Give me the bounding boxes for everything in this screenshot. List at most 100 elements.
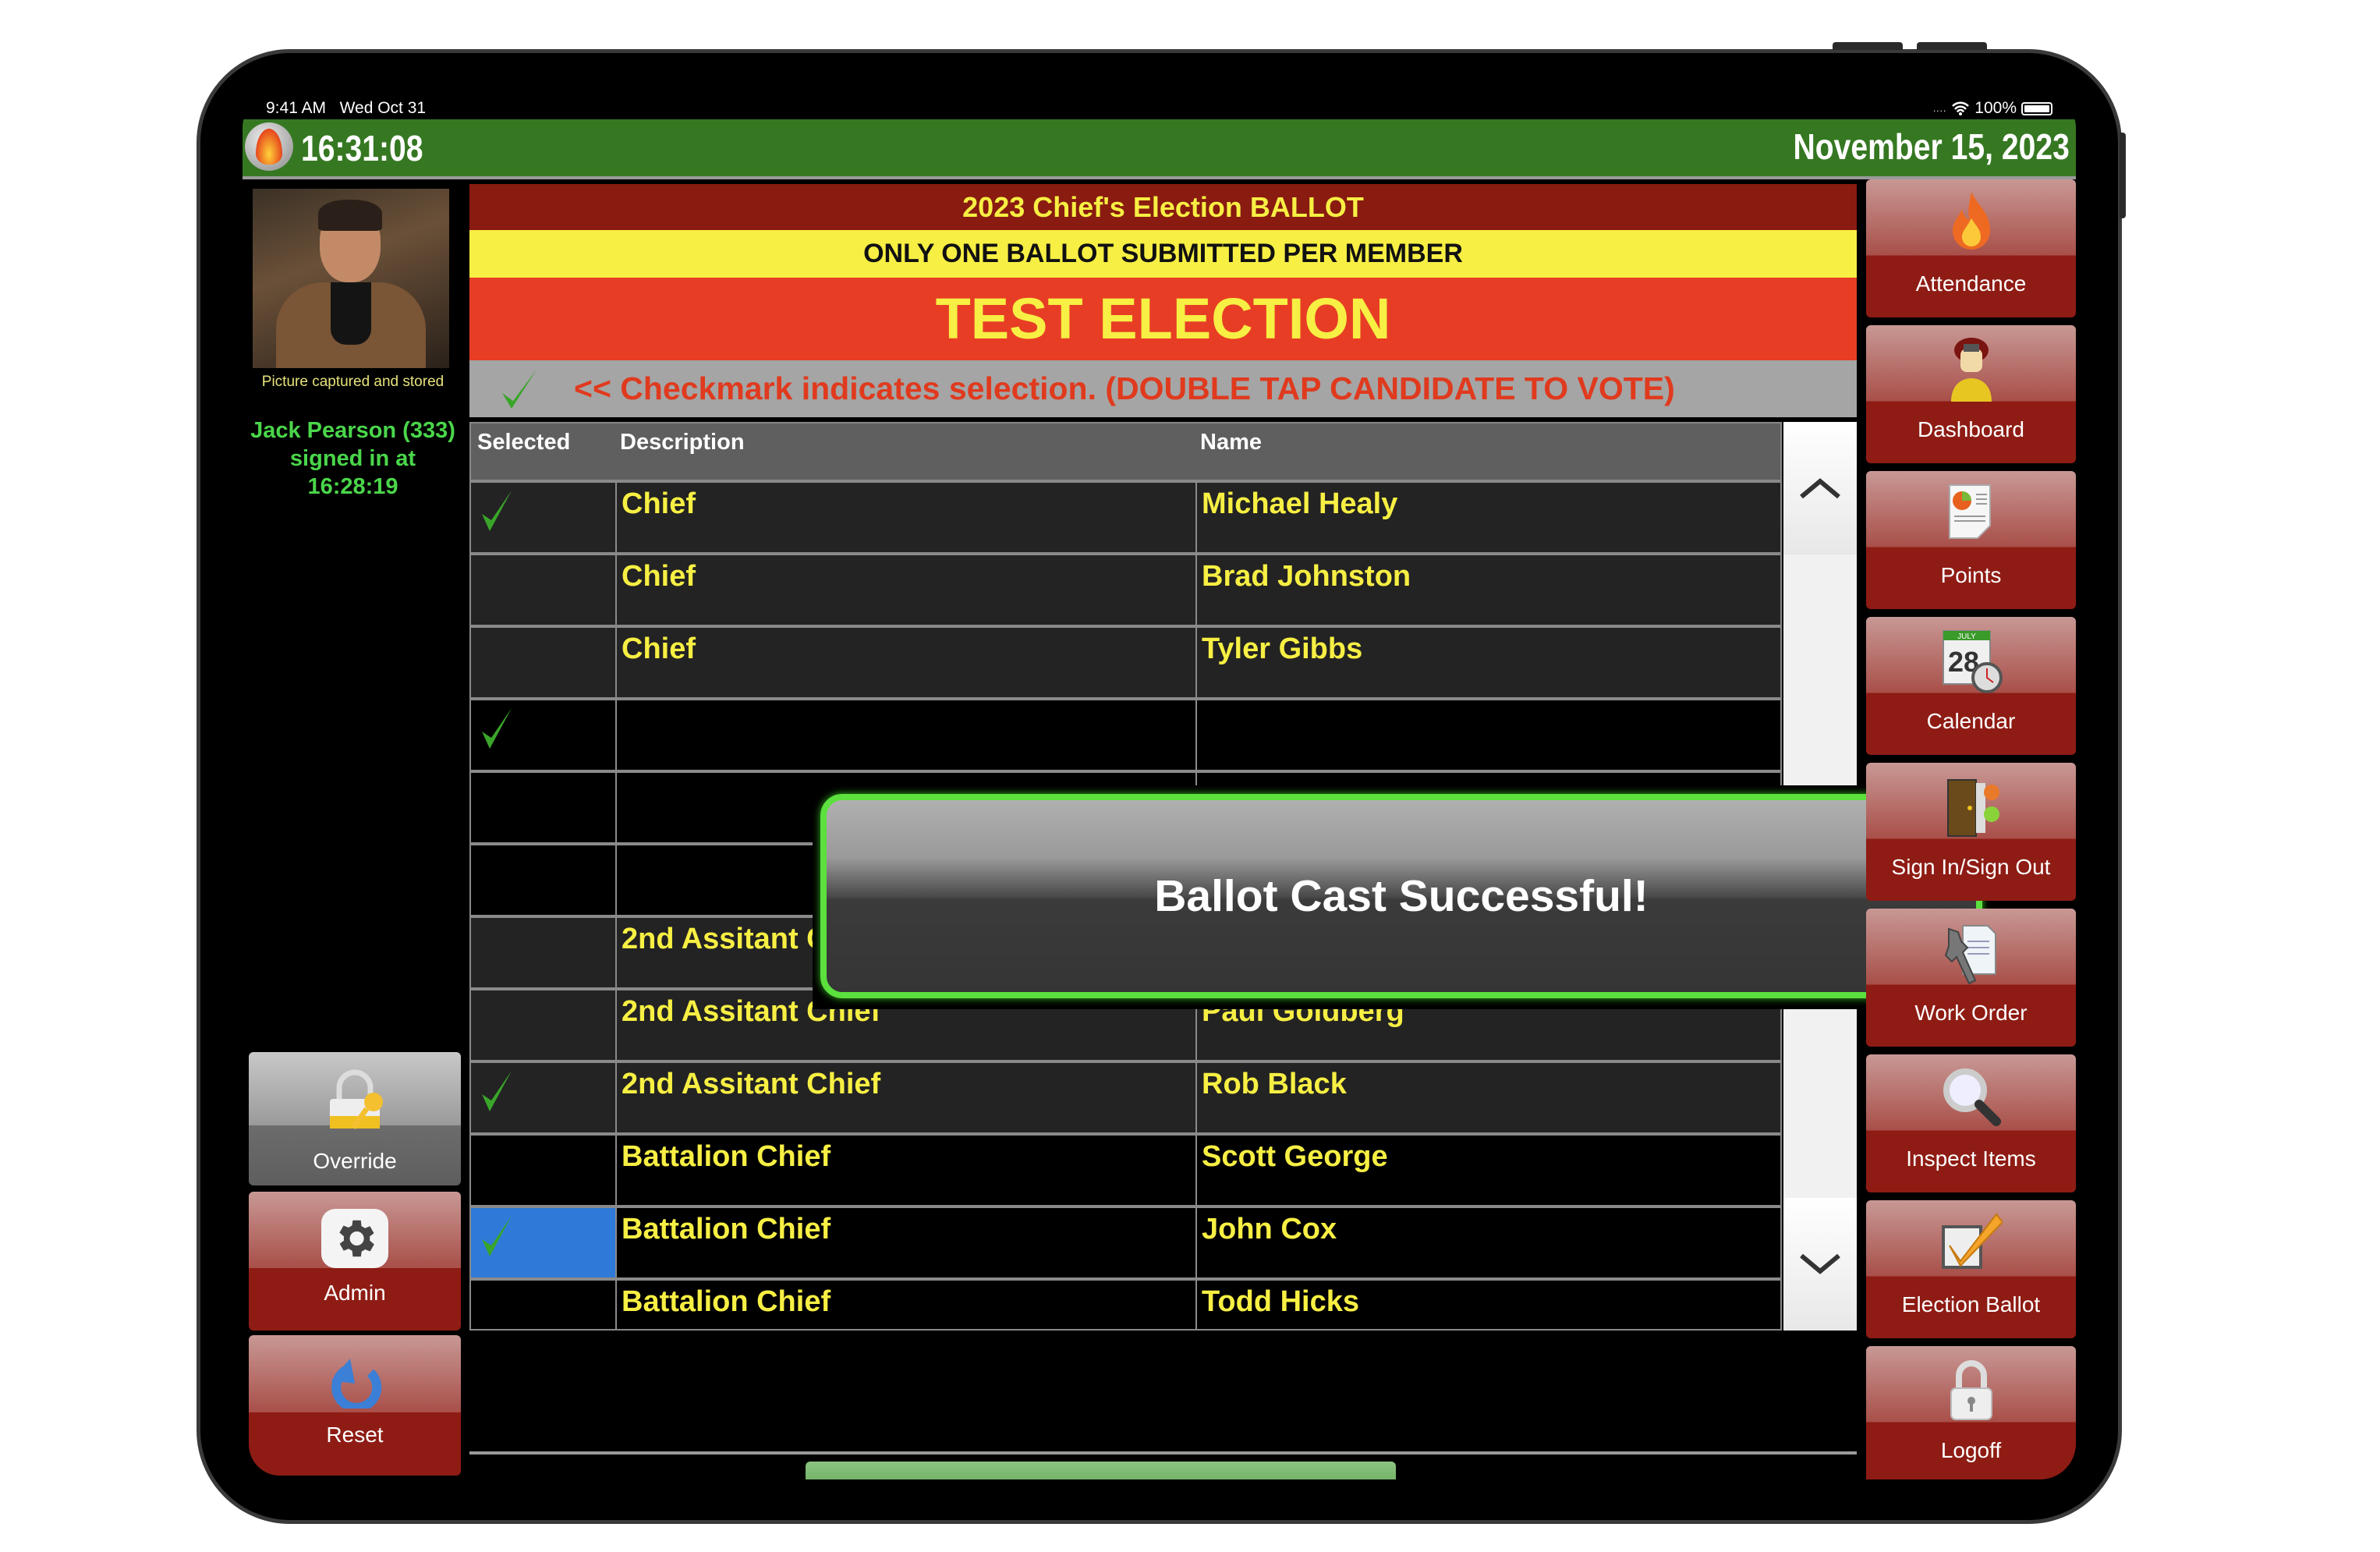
description-cell[interactable]: Battalion Chief	[615, 1281, 1195, 1329]
scroll-up-button[interactable]	[1783, 422, 1857, 555]
nav-points-button[interactable]: Points	[1866, 471, 2076, 609]
description-cell[interactable]: Chief	[615, 628, 1195, 697]
selected-cell[interactable]	[471, 628, 615, 697]
battery-percent: 100%	[1974, 99, 2017, 117]
selected-cell[interactable]	[471, 555, 615, 625]
candidate-row[interactable]: Battalion Chief Scott George	[471, 1132, 1780, 1205]
selected-cell[interactable]	[471, 1063, 615, 1132]
gear-icon	[321, 1209, 388, 1268]
candidate-row[interactable]: Chief Michael Healy	[471, 480, 1780, 552]
report-icon	[1946, 482, 1996, 547]
admin-label: Admin	[324, 1281, 386, 1305]
volume-button	[1917, 42, 1987, 50]
wrench-document-icon	[1944, 920, 1999, 990]
checkmark-icon	[502, 370, 537, 409]
instructions-text: << Checkmark indicates selection. (DOUBL…	[574, 370, 1675, 406]
volume-button	[1833, 42, 1903, 50]
nav-attendance-button[interactable]: Attendance	[1866, 179, 2076, 317]
battery-icon	[2021, 101, 2052, 115]
column-selected: Selected	[477, 430, 571, 455]
selected-cell[interactable]	[471, 1136, 615, 1205]
status-time: 9:41 AM	[266, 99, 327, 117]
svg-text:JULY: JULY	[1957, 632, 1976, 641]
candidate-name-cell[interactable]: Brad Johnston	[1195, 555, 1780, 625]
checkmark-icon	[482, 491, 512, 531]
description-cell[interactable]: Battalion Chief	[615, 1136, 1195, 1205]
description-cell[interactable]: Chief	[615, 555, 1195, 625]
candidate-row[interactable]: Battalion Chief John Cox	[471, 1205, 1780, 1277]
selected-cell[interactable]	[471, 845, 615, 915]
signed-in-time: 16:28:19	[307, 474, 398, 499]
column-description: Description	[620, 430, 745, 455]
nav-label: Inspect Items	[1906, 1146, 2036, 1171]
nav-sign-in-sign-out-button[interactable]: Sign In/Sign Out	[1866, 763, 2076, 901]
description-cell[interactable]	[615, 700, 1195, 770]
selected-cell[interactable]	[471, 700, 615, 770]
candidate-name-cell[interactable]: Tyler Gibbs	[1195, 628, 1780, 697]
nav-work-order-button[interactable]: Work Order	[1866, 909, 2076, 1047]
candidate-name-cell[interactable]: Todd Hicks	[1195, 1281, 1780, 1329]
photo-caption: Picture captured and stored	[261, 374, 444, 390]
reset-arrow-icon	[331, 1359, 382, 1408]
candidate-row[interactable]	[471, 697, 1780, 770]
candidate-name-cell[interactable]	[1195, 700, 1780, 770]
checkmark-icon	[482, 708, 512, 749]
selected-cell[interactable]	[471, 483, 615, 552]
nav-label: Points	[1940, 563, 2002, 587]
description-cell[interactable]: Battalion Chief	[615, 1208, 1195, 1277]
selected-cell[interactable]	[471, 990, 615, 1060]
ballot-notice: ONLY ONE BALLOT SUBMITTED PER MEMBER	[469, 230, 1857, 278]
description-cell[interactable]: 2nd Assitant Chief	[615, 1063, 1195, 1132]
nav-label: Sign In/Sign Out	[1891, 855, 2051, 879]
checkmark-icon	[482, 1071, 512, 1111]
candidate-row[interactable]: Battalion Chief Todd Hicks	[471, 1277, 1780, 1329]
submit-ballot-button[interactable]: Submit Ballot	[806, 1462, 1396, 1479]
selected-cell[interactable]	[471, 918, 615, 987]
nav-calendar-button[interactable]: JULY 28 Calendar	[1866, 617, 2076, 755]
reset-button[interactable]: Reset	[249, 1335, 461, 1476]
nav-dashboard-button[interactable]: Dashboard	[1866, 325, 2076, 463]
current-time: 16:31:08	[301, 128, 423, 168]
candidate-row[interactable]: 2nd Assitant Chief Rob Black	[471, 1060, 1780, 1132]
chevron-up-icon	[1800, 478, 1840, 499]
status-bar: 9:41 AM Wed Oct 31 .... 100%	[243, 92, 2076, 119]
nav-inspect-items-button[interactable]: Inspect Items	[1866, 1054, 2076, 1192]
candidate-name-cell[interactable]: Rob Black	[1195, 1063, 1780, 1132]
app-header: 16:31:08 November 15, 2023	[243, 119, 2076, 179]
selected-cell[interactable]	[471, 773, 615, 842]
override-button[interactable]: Override	[249, 1052, 461, 1185]
nav-label: Work Order	[1914, 1001, 2028, 1025]
candidate-name-cell[interactable]: John Cox	[1195, 1208, 1780, 1277]
override-label: Override	[313, 1149, 397, 1173]
reset-label: Reset	[326, 1423, 384, 1447]
lock-key-icon	[330, 1069, 383, 1130]
selected-cell[interactable]	[471, 1281, 615, 1329]
success-dialog[interactable]: Ballot Cast Successful!	[820, 794, 1982, 998]
candidate-row[interactable]: Chief Tyler Gibbs	[471, 625, 1780, 697]
calendar-icon: JULY 28	[1940, 628, 2003, 699]
door-icon	[1942, 774, 2001, 845]
status-date: Wed Oct 31	[339, 99, 427, 117]
signal-icon: ....	[1932, 103, 1947, 114]
admin-button[interactable]: Admin	[249, 1192, 461, 1331]
table-header: Selected Description Name	[471, 423, 1780, 480]
scroll-down-button[interactable]	[1783, 1198, 1857, 1331]
divider	[469, 1451, 1857, 1455]
column-name: Name	[1200, 430, 1262, 455]
power-button	[2120, 133, 2126, 218]
firefighter-icon	[1946, 336, 1996, 407]
app-logo-icon	[245, 122, 293, 171]
wifi-icon	[1952, 101, 1970, 115]
member-photo	[253, 189, 449, 368]
selected-cell[interactable]	[471, 1208, 615, 1277]
flame-icon	[1946, 190, 1996, 258]
chevron-down-icon	[1800, 1253, 1840, 1274]
description-cell[interactable]: Chief	[615, 483, 1195, 552]
candidate-name-cell[interactable]: Scott George	[1195, 1136, 1780, 1205]
nav-logoff-button[interactable]: Logoff	[1866, 1346, 2076, 1479]
ballot-check-icon	[1940, 1211, 2003, 1274]
candidate-name-cell[interactable]: Michael Healy	[1195, 483, 1780, 552]
signed-in-info: Jack Pearson (333) signed in at 16:28:19	[243, 416, 463, 501]
nav-election-ballot-button[interactable]: Election Ballot	[1866, 1200, 2076, 1338]
candidate-row[interactable]: Chief Brad Johnston	[471, 552, 1780, 625]
